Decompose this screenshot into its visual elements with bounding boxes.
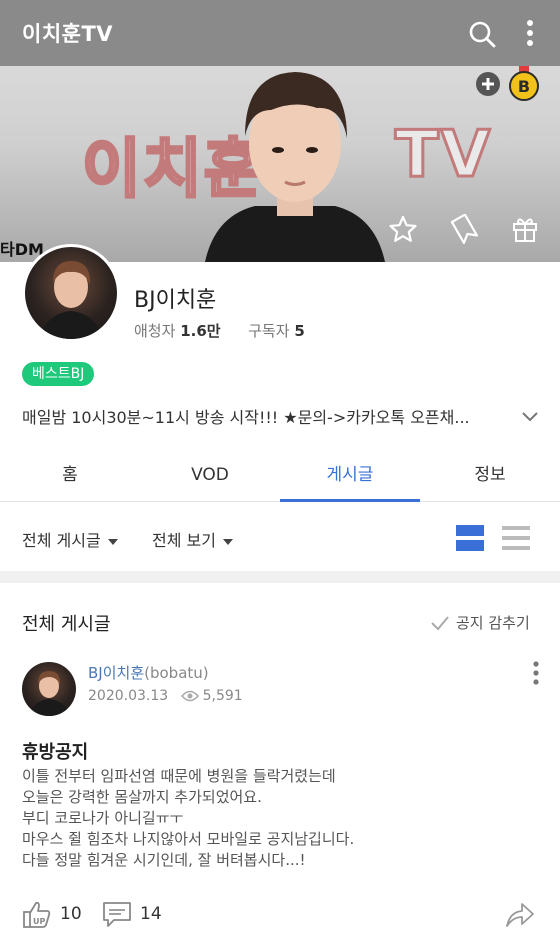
post-more-icon[interactable] — [530, 660, 542, 686]
bookmark-icon[interactable] — [448, 214, 478, 244]
post-body-line: 이틀 전부터 임파선염 때문에 병원을 들락거렸는데 — [22, 767, 336, 785]
viewers-count: 1.6만 — [180, 322, 221, 340]
author-name[interactable]: BJ이치훈 — [88, 664, 144, 682]
subscribers-label: 구독자 — [248, 322, 290, 340]
profile-avatar-image — [39, 261, 103, 339]
post-body-line: 다들 정말 힘겨운 시기인데, 잘 버텨봅시다...! — [22, 851, 306, 869]
channel-stats: 애청자 1.6만 구독자 5 — [134, 320, 305, 341]
bj-name: BJ이치훈 — [134, 288, 217, 313]
post-author[interactable]: BJ이치훈(bobatu) — [88, 662, 209, 683]
tab-posts[interactable]: 게시글 — [280, 450, 420, 502]
channel-tabs: 홈 VOD 게시글 정보 — [0, 450, 560, 502]
hide-notice-label: 공지 감추기 — [456, 614, 530, 632]
board-filter-dropdown[interactable]: 전체 게시글 — [22, 527, 118, 551]
thumbs-up-icon: UP — [23, 901, 51, 928]
b-medal-icon[interactable]: B — [506, 66, 542, 102]
post-body-line: 마우스 쥘 힘조차 나지않아서 모바일로 공지남깁니다. — [22, 830, 355, 848]
check-icon — [431, 616, 449, 631]
tab-home[interactable]: 홈 — [0, 450, 140, 501]
post-actions: UP 10 14 — [0, 896, 560, 936]
banner-watermark-right: TV — [393, 117, 493, 194]
post-body-line: 부디 코로나가 아니길ㅠㅜ — [22, 809, 184, 827]
eye-icon — [180, 690, 199, 702]
filter-bar: 전체 게시글 전체 보기 — [0, 503, 560, 571]
svg-text:B: B — [518, 77, 530, 96]
post-views: 5,591 — [202, 688, 243, 704]
best-bj-badge: 베스트BJ — [22, 362, 95, 386]
chevron-down-icon[interactable] — [520, 406, 540, 426]
star-icon[interactable] — [388, 214, 418, 244]
post-body-line: 오늘은 강력한 몸살까지 추가되었어요. — [22, 788, 262, 806]
caret-down-icon — [107, 538, 118, 545]
hide-notice-toggle[interactable]: 공지 감추기 — [430, 612, 530, 633]
top-bar: 이치훈TV — [0, 0, 560, 66]
board-filter-label: 전체 게시글 — [22, 531, 101, 550]
plus-circle-icon[interactable] — [474, 70, 502, 98]
author-id: (bobatu) — [144, 664, 209, 682]
section-divider — [0, 571, 560, 583]
post-body[interactable]: 이틀 전부터 임파선염 때문에 병원을 들락거렸는데 오늘은 강력한 몸살까지 … — [22, 766, 542, 871]
comment-count: 14 — [140, 904, 162, 924]
tab-info[interactable]: 정보 — [420, 450, 560, 501]
svg-text:UP: UP — [33, 917, 45, 926]
grid-view-icon[interactable] — [456, 525, 484, 551]
channel-banner: 이치훈 TV 타DM B — [0, 66, 560, 262]
view-filter-dropdown[interactable]: 전체 보기 — [152, 527, 233, 551]
caret-down-icon — [222, 538, 233, 545]
section-title: 전체 게시글 — [22, 614, 111, 635]
more-vertical-icon[interactable] — [522, 18, 538, 48]
post-meta: 2020.03.13 5,591 — [88, 688, 243, 704]
viewers-label: 애청자 — [134, 322, 176, 340]
post-author-avatar[interactable] — [22, 662, 76, 716]
channel-title: 이치훈TV — [22, 22, 114, 46]
author-avatar-image — [28, 671, 70, 716]
like-button[interactable]: UP 10 — [22, 900, 82, 928]
tab-vod[interactable]: VOD — [140, 450, 280, 501]
gift-icon[interactable] — [510, 214, 540, 244]
channel-description[interactable]: 매일밤 10시30분~11시 방송 시작!!! ★문의->카카오톡 오픈채... — [22, 404, 502, 428]
post-title[interactable]: 휴방공지 — [22, 738, 88, 764]
like-count: 10 — [60, 904, 82, 924]
list-view-icon[interactable] — [502, 525, 530, 551]
subscribers-count: 5 — [294, 322, 305, 340]
post-date: 2020.03.13 — [88, 688, 169, 704]
comment-button[interactable]: 14 — [102, 900, 162, 928]
share-icon[interactable] — [504, 900, 536, 930]
profile-avatar[interactable] — [22, 244, 120, 342]
banner-person-image — [205, 72, 385, 262]
search-icon[interactable] — [468, 20, 496, 48]
comment-icon — [103, 902, 131, 927]
view-filter-label: 전체 보기 — [152, 531, 216, 550]
